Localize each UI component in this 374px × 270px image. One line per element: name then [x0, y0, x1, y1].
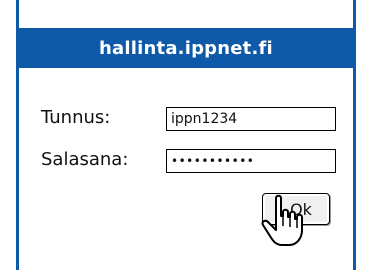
- login-header: hallinta.ippnet.fi: [19, 28, 353, 68]
- username-label: Tunnus:: [41, 107, 111, 128]
- password-field[interactable]: •••••••••••: [166, 149, 336, 173]
- hand-pointer-icon: [261, 194, 303, 246]
- panel-top-strip: [19, 0, 353, 28]
- login-window: hallinta.ippnet.fi Tunnus: Salasana: ipp…: [0, 0, 374, 270]
- page-title: hallinta.ippnet.fi: [99, 37, 273, 59]
- password-label: Salasana:: [41, 149, 129, 170]
- username-field[interactable]: ippn1234: [166, 107, 336, 131]
